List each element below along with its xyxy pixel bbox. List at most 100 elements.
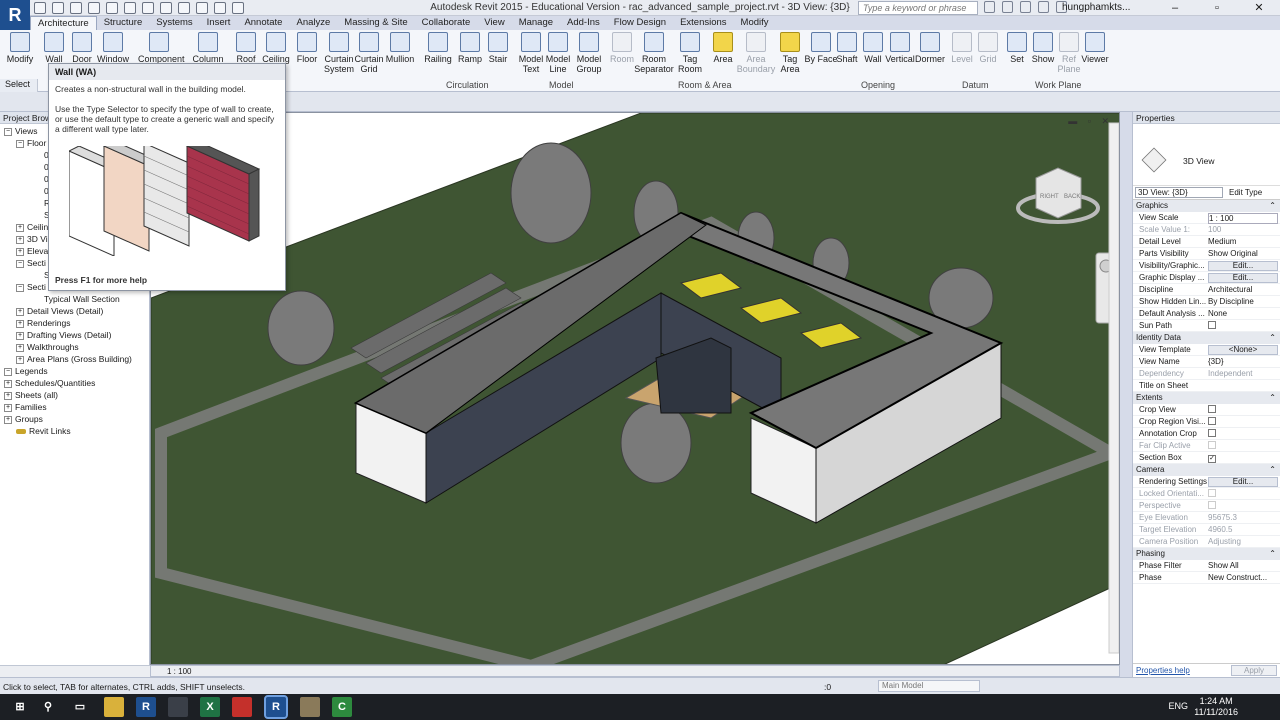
type-selector[interactable]: 3D View [1133, 124, 1280, 186]
tab-architecture[interactable]: Architecture [30, 16, 97, 30]
binoculars-icon[interactable] [984, 1, 995, 13]
tab-annotate[interactable]: Annotate [237, 16, 289, 30]
tab-structure[interactable]: Structure [97, 16, 150, 30]
group-phasing[interactable]: Phasing [1133, 548, 1280, 560]
tree-item[interactable]: Revit Links [16, 426, 71, 436]
tree-item[interactable]: − Floor [16, 138, 46, 148]
tree-item[interactable]: + Ceilin [16, 222, 48, 232]
ceiling-button[interactable]: Ceiling [259, 32, 293, 64]
close-icon[interactable]: ✕ [1238, 0, 1280, 16]
subscription-icon[interactable] [1002, 1, 1013, 13]
column-button[interactable]: Column [191, 32, 225, 64]
group-camera[interactable]: Camera [1133, 464, 1280, 476]
building-3d-model[interactable]: RIGHT BACK [151, 113, 1120, 665]
railing-button[interactable]: Railing [421, 32, 455, 64]
app-icon[interactable] [300, 697, 320, 717]
excel-icon[interactable]: X [200, 697, 220, 717]
roof-button[interactable]: Roof [229, 32, 263, 64]
tree-item[interactable]: + Sheets (all) [4, 390, 58, 400]
vertical-button[interactable]: Vertical [883, 32, 917, 64]
tree-item[interactable]: + Drafting Views (Detail) [16, 330, 111, 340]
mullion-button[interactable]: Mullion [383, 32, 417, 64]
tab-systems[interactable]: Systems [149, 16, 199, 30]
task-view-icon[interactable]: ▭ [70, 697, 90, 717]
tab-view[interactable]: View [477, 16, 511, 30]
tree-item[interactable]: + Walkthroughs [16, 342, 79, 352]
tree-item[interactable]: +3D Vi [16, 234, 48, 244]
viewcube-back-label[interactable]: BACK [1064, 194, 1080, 200]
tree-item[interactable]: Typical Wall Section [44, 294, 120, 304]
window-button[interactable]: Window [96, 32, 130, 64]
group-graphics[interactable]: Graphics [1133, 200, 1280, 212]
door-button[interactable]: Door [65, 32, 99, 64]
properties-help-link[interactable]: Properties help [1136, 666, 1190, 675]
view-selector[interactable]: 3D View: {3D} [1135, 187, 1223, 198]
stair-button[interactable]: Stair [481, 32, 515, 64]
annotation-crop-checkbox[interactable] [1208, 429, 1216, 437]
active-model-dropdown[interactable]: Main Model [878, 680, 980, 692]
tab-add-ins[interactable]: Add-Ins [560, 16, 607, 30]
tab-manage[interactable]: Manage [512, 16, 560, 30]
modify-button[interactable]: Modify [3, 32, 37, 64]
search-input[interactable]: Type a keyword or phrase [858, 1, 978, 15]
tab-analyze[interactable]: Analyze [289, 16, 337, 30]
section-box-checkbox[interactable]: ✓ [1208, 455, 1216, 463]
viewer-button[interactable]: Viewer [1078, 32, 1112, 64]
crop-view-checkbox[interactable] [1208, 405, 1216, 413]
tree-item[interactable]: − Secti [16, 258, 46, 268]
panel-label-room-area[interactable]: Room & Area [678, 80, 732, 90]
communication-icon[interactable] [1020, 1, 1031, 13]
tab-collaborate[interactable]: Collaborate [415, 16, 478, 30]
file-explorer-icon[interactable] [104, 697, 124, 717]
windows-start-icon[interactable]: ⊞ [10, 697, 30, 717]
tree-item[interactable]: + Schedules/Quantities [4, 378, 95, 388]
maximize-icon[interactable]: ▫ [1196, 0, 1238, 16]
apply-button[interactable]: Apply [1231, 665, 1277, 676]
app-logo[interactable]: R [0, 0, 30, 30]
tab-massing-site[interactable]: Massing & Site [337, 16, 414, 30]
tree-item[interactable]: + Detail Views (Detail) [16, 306, 103, 316]
tree-item[interactable]: + Families [4, 402, 47, 412]
group-identity-data[interactable]: Identity Data [1133, 332, 1280, 344]
crop-region-checkbox[interactable] [1208, 417, 1216, 425]
edit-button[interactable]: Edit... [1208, 261, 1278, 271]
dormer-button[interactable]: Dormer [913, 32, 947, 64]
user-name[interactable]: hungphamkts... [1062, 2, 1130, 13]
view-template-button[interactable]: <None> [1208, 345, 1278, 355]
edit-button[interactable]: Edit... [1208, 477, 1278, 487]
edit-type-button[interactable]: Edit Type [1229, 187, 1262, 198]
room-separator-button[interactable]: Room Separator [634, 32, 674, 74]
view-scale[interactable]: 1 : 100 [167, 667, 191, 676]
tree-item[interactable]: + Eleva [16, 246, 48, 256]
tab-flow-design[interactable]: Flow Design [607, 16, 673, 30]
curtain-grid-button[interactable]: Curtain Grid [352, 32, 386, 74]
viewport-window-buttons[interactable]: ▬ ▫ ✕ [1068, 116, 1113, 127]
model-line-button[interactable]: Model Line [541, 32, 575, 74]
language-indicator[interactable]: ENG [1168, 701, 1188, 711]
tab-insert[interactable]: Insert [200, 16, 238, 30]
revit-icon[interactable]: R [136, 697, 156, 717]
tree-item[interactable]: + Area Plans (Gross Building) [16, 354, 132, 364]
clock[interactable]: 1:24 AM 11/11/2016 [1194, 696, 1238, 718]
viewcube-right-label[interactable]: RIGHT [1040, 194, 1059, 200]
app-icon[interactable]: C [332, 697, 352, 717]
model-group-button[interactable]: Model Group [572, 32, 606, 74]
edit-button[interactable]: Edit... [1208, 273, 1278, 283]
tree-item[interactable]: − Legends [4, 366, 48, 376]
3d-viewport[interactable]: RIGHT BACK ▬ ▫ ✕ [150, 112, 1120, 665]
tab-extensions[interactable]: Extensions [673, 16, 733, 30]
tab-modify[interactable]: Modify [734, 16, 776, 30]
revit-active-icon[interactable]: R [264, 695, 288, 719]
horizontal-scrollbar[interactable] [0, 665, 150, 677]
component-button[interactable]: Component [138, 32, 185, 64]
floor-button[interactable]: Floor [290, 32, 324, 64]
area-boundary-button[interactable]: Area Boundary [736, 32, 776, 74]
tree-item[interactable]: + Groups [4, 414, 43, 424]
minimize-icon[interactable]: – [1154, 0, 1196, 16]
curtain-system-button[interactable]: Curtain System [322, 32, 356, 74]
favorites-icon[interactable] [1038, 1, 1049, 13]
tree-item[interactable]: − Views [4, 126, 38, 136]
area-button[interactable]: Area [706, 32, 740, 64]
tree-item[interactable]: − Secti [16, 282, 46, 292]
app-icon[interactable] [168, 697, 188, 717]
